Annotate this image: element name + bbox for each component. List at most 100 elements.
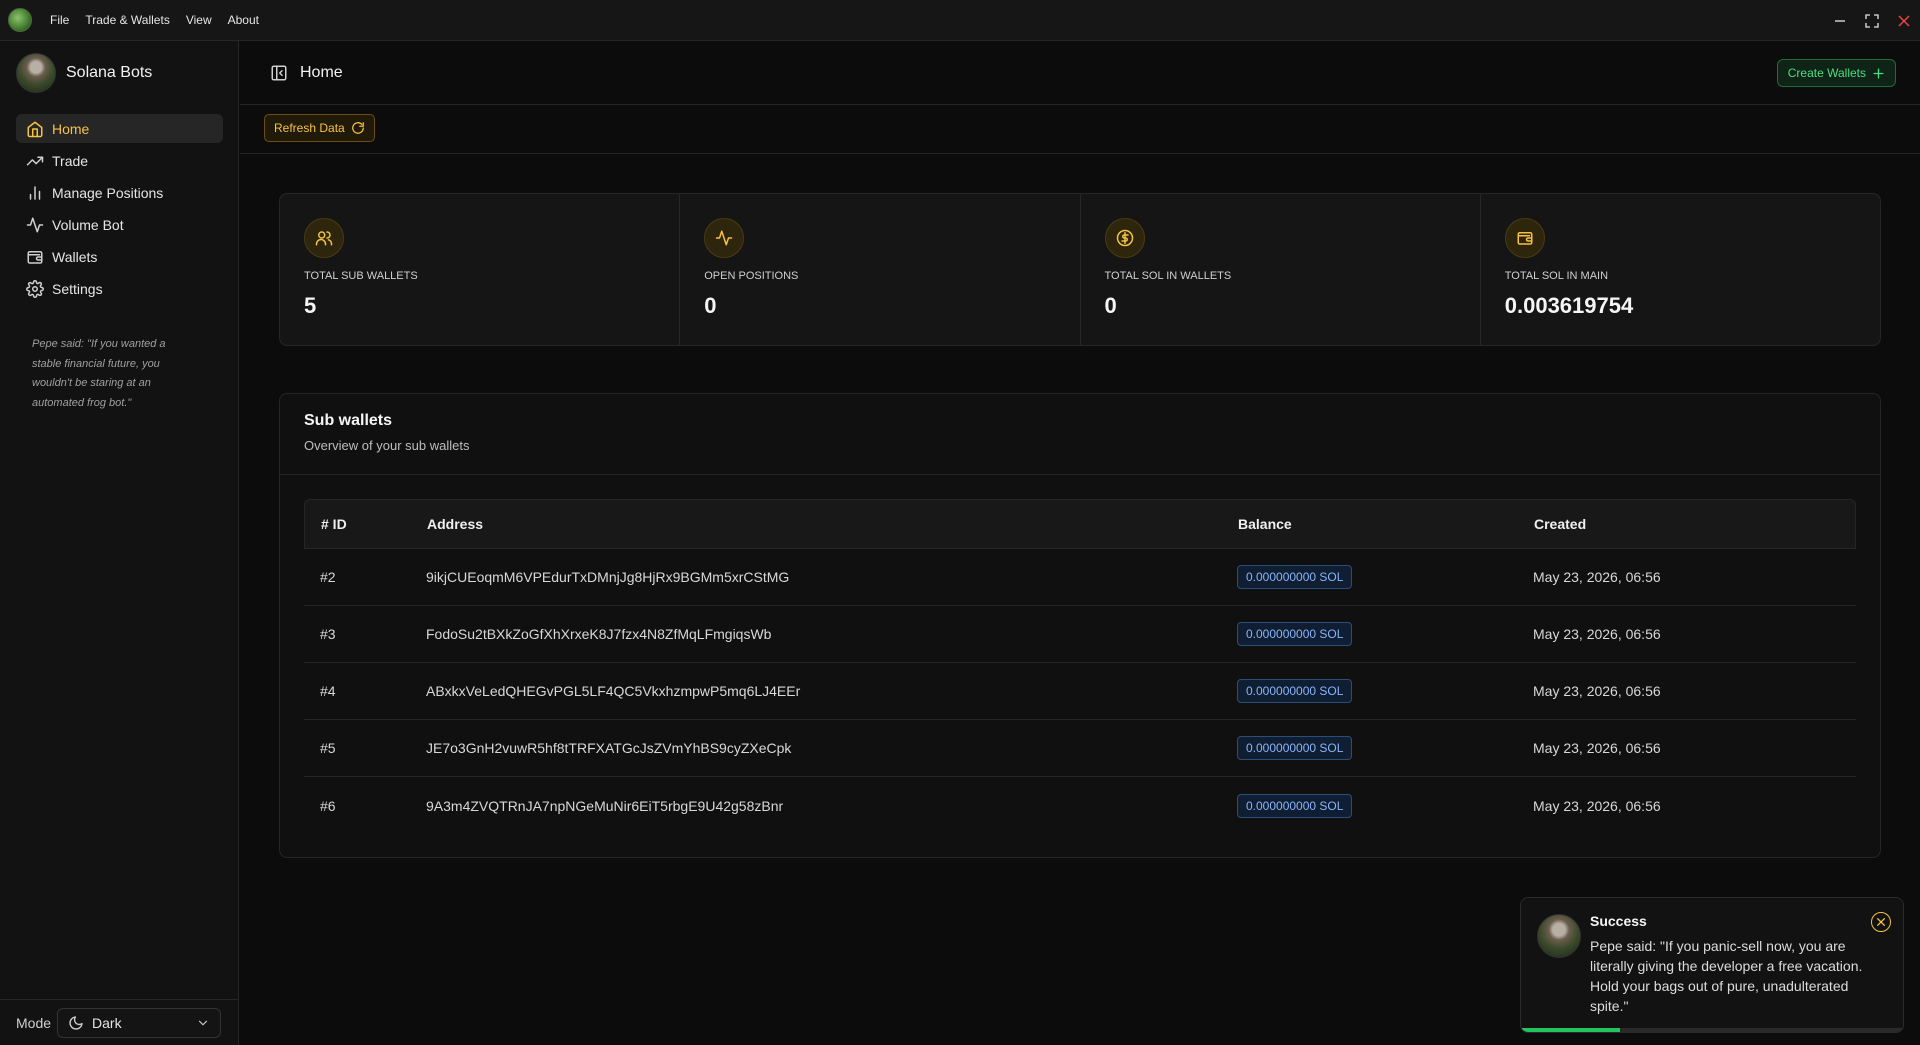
stat-total-sub-wallets: Total Sub Wallets 5 bbox=[280, 194, 681, 345]
stat-value: 5 bbox=[304, 293, 317, 318]
moon-icon bbox=[69, 1015, 83, 1030]
refresh-data-label: Refresh Data bbox=[274, 121, 345, 135]
row-balance: 0.000000000 SOL bbox=[1237, 622, 1533, 646]
sidebar-item-label: Trade bbox=[52, 152, 89, 169]
table-header: # ID Address Balance Created bbox=[304, 499, 1856, 549]
row-created: May 23, 2026, 06:56 bbox=[1533, 569, 1661, 585]
panel-subtitle: Overview of your sub wallets bbox=[304, 438, 470, 453]
row-balance: 0.000000000 SOL bbox=[1237, 565, 1533, 589]
sidebar-item-volume-bot[interactable]: Volume Bot bbox=[16, 210, 223, 239]
success-toast: Success Pepe said: "If you panic-sell no… bbox=[1520, 897, 1904, 1033]
home-icon bbox=[27, 121, 43, 137]
sidebar-item-label: Wallets bbox=[52, 248, 98, 265]
table-row[interactable]: #2 9ikjCUEoqmM6VPEdurTxDMnjJg8HjRx9BGMm5… bbox=[304, 549, 1856, 606]
menu-file[interactable]: File bbox=[42, 9, 77, 31]
app-logo bbox=[8, 8, 32, 32]
mode-select[interactable]: Dark bbox=[57, 1007, 222, 1038]
sidebar-item-home[interactable]: Home bbox=[16, 114, 223, 143]
mode-value: Dark bbox=[92, 1014, 122, 1031]
chevron-down-icon bbox=[198, 1020, 208, 1025]
sidebar-item-label: Volume Bot bbox=[52, 216, 124, 233]
brand-name: Solana Bots bbox=[66, 64, 153, 81]
table-row[interactable]: #4 ABxkxVeLedQHEGvPGL5LF4QC5VkxhzmpwP5mq… bbox=[304, 663, 1856, 720]
toast-close-button[interactable] bbox=[1871, 912, 1891, 932]
sidebar-item-label: Home bbox=[52, 120, 90, 137]
activity-icon bbox=[26, 217, 44, 232]
plus-icon bbox=[1873, 67, 1884, 79]
toast-avatar bbox=[1537, 914, 1581, 958]
sidebar-item-label: Manage Positions bbox=[52, 184, 164, 201]
dollar-circle-icon bbox=[1104, 218, 1145, 258]
panel-header: Sub wallets Overview of your sub wallets bbox=[280, 394, 1880, 475]
trending-up-icon bbox=[26, 156, 44, 165]
menu-trade-wallets[interactable]: Trade & Wallets bbox=[77, 9, 177, 31]
page-header: Home Create Wallets bbox=[240, 41, 1920, 105]
table-body: #2 9ikjCUEoqmM6VPEdurTxDMnjJg8HjRx9BGMm5… bbox=[304, 549, 1856, 834]
window-controls bbox=[1824, 0, 1920, 41]
toast-message: Pepe said: "If you panic-sell now, you a… bbox=[1590, 938, 1863, 1014]
column-header-created[interactable]: Created bbox=[1534, 516, 1855, 532]
column-header-address[interactable]: Address bbox=[427, 516, 1238, 532]
stat-value: 0 bbox=[704, 293, 717, 318]
create-wallets-button[interactable]: Create Wallets bbox=[1776, 59, 1896, 87]
wallet-icon bbox=[1504, 218, 1545, 258]
balance-badge: 0.000000000 SOL bbox=[1237, 679, 1353, 703]
stat-label: Total Sub Wallets bbox=[304, 270, 418, 282]
row-address[interactable]: 9A3m4ZVQTRnJA7npNGeMuNir6EiT5rbgE9U42g58… bbox=[426, 798, 1237, 814]
sidebar: Solana Bots Home Trade Manage Positions … bbox=[0, 41, 239, 1045]
close-icon bbox=[1898, 14, 1910, 27]
title-bar: File Trade & Wallets View About bbox=[0, 0, 1920, 41]
row-id: #6 bbox=[320, 797, 336, 814]
row-balance: 0.000000000 SOL bbox=[1237, 736, 1533, 760]
mode-bar: Mode Dark bbox=[0, 999, 239, 1045]
sidebar-nav: Home Trade Manage Positions Volume Bot W… bbox=[16, 114, 223, 306]
row-address[interactable]: 9ikjCUEoqmM6VPEdurTxDMnjJg8HjRx9BGMm5xrC… bbox=[426, 569, 1237, 585]
maximize-button[interactable] bbox=[1856, 0, 1888, 41]
stats-panel: Total Sub Wallets 5 Open Positions 0 Tot… bbox=[279, 193, 1881, 346]
activity-icon bbox=[704, 218, 745, 258]
sidebar-item-label: Settings bbox=[52, 280, 103, 297]
close-window-button[interactable] bbox=[1888, 0, 1920, 41]
toast-progress-track bbox=[1521, 1028, 1903, 1032]
column-header-id[interactable]: # ID bbox=[305, 516, 427, 532]
users-icon bbox=[304, 218, 344, 258]
balance-badge: 0.000000000 SOL bbox=[1237, 793, 1353, 818]
menubar: File Trade & Wallets View About bbox=[42, 9, 267, 31]
balance-badge: 0.000000000 SOL bbox=[1237, 565, 1353, 589]
brand-avatar bbox=[16, 53, 56, 93]
sidebar-toggle-icon[interactable] bbox=[270, 64, 288, 82]
row-address[interactable]: ABxkxVeLedQHEGvPGL5LF4QC5VkxhzmpwP5mq6LJ… bbox=[426, 683, 1237, 699]
sidebar-quote: Pepe said: "If you wanted a stable finan… bbox=[32, 338, 166, 409]
table-row[interactable]: #5 JE7o3GnH2vuwR5hf8tTRFXATGcJsZVmYhBS9c… bbox=[304, 720, 1856, 777]
row-id: #5 bbox=[320, 740, 336, 756]
minimize-button[interactable] bbox=[1824, 0, 1856, 41]
balance-badge: 0.000000000 SOL bbox=[1237, 622, 1353, 646]
sidebar-item-settings[interactable]: Settings bbox=[16, 274, 223, 303]
row-address[interactable]: JE7o3GnH2vuwR5hf8tTRFXATGcJsZVmYhBS9cyZX… bbox=[426, 740, 1237, 756]
table-row[interactable]: #3 FodoSu2tBXkZoGfXhXrxeK8J7fzx4N8ZfMqLF… bbox=[304, 606, 1856, 663]
row-id: #3 bbox=[320, 626, 336, 642]
column-header-balance[interactable]: Balance bbox=[1238, 516, 1534, 532]
sidebar-item-manage-positions[interactable]: Manage Positions bbox=[16, 178, 223, 207]
refresh-data-button[interactable]: Refresh Data bbox=[264, 114, 375, 142]
stat-label: Total SOL in Main bbox=[1504, 270, 1609, 282]
table-row[interactable]: #6 9A3m4ZVQTRnJA7npNGeMuNir6EiT5rbgE9U42… bbox=[304, 777, 1856, 834]
minimize-icon bbox=[1835, 19, 1845, 22]
sub-wallets-table: # ID Address Balance Created #2 9ikjCUEo… bbox=[304, 499, 1856, 834]
brand[interactable]: Solana Bots bbox=[16, 53, 152, 93]
bar-chart-icon bbox=[29, 185, 41, 200]
stat-value: 0 bbox=[1104, 293, 1117, 318]
sub-wallets-panel: Sub wallets Overview of your sub wallets… bbox=[279, 393, 1881, 858]
menu-about[interactable]: About bbox=[220, 9, 267, 31]
panel-title: Sub wallets bbox=[304, 412, 393, 429]
toolbar: Refresh Data bbox=[240, 105, 1920, 154]
close-icon bbox=[1877, 918, 1885, 926]
refresh-icon bbox=[351, 122, 364, 134]
sidebar-item-wallets[interactable]: Wallets bbox=[16, 242, 223, 271]
stat-total-sol-in-wallets: Total SOL in Wallets 0 bbox=[1081, 194, 1481, 345]
menu-view[interactable]: View bbox=[178, 9, 220, 31]
row-address[interactable]: FodoSu2tBXkZoGfXhXrxeK8J7fzx4N8ZfMqLFmgi… bbox=[426, 626, 1237, 642]
mode-label: Mode bbox=[16, 1014, 52, 1031]
sidebar-item-trade[interactable]: Trade bbox=[16, 146, 223, 175]
row-created: May 23, 2026, 06:56 bbox=[1533, 683, 1661, 699]
